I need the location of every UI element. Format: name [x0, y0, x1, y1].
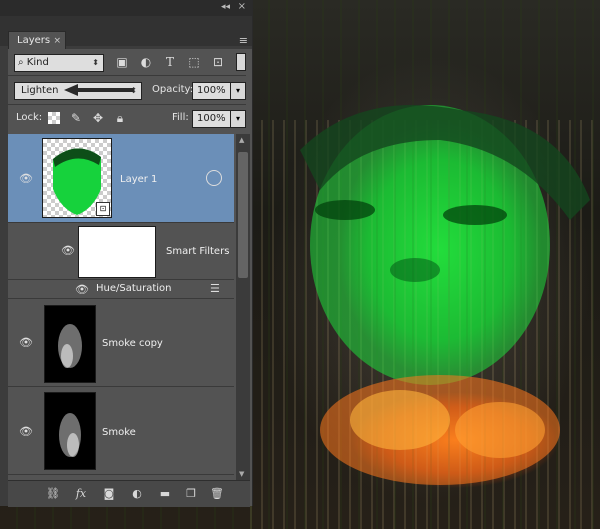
- visibility-eye-icon[interactable]: 👁︎: [18, 172, 34, 185]
- opacity-dropdown-icon[interactable]: ▾: [230, 82, 246, 100]
- panel-menu-icon[interactable]: ≡: [239, 34, 248, 47]
- new-layer-icon[interactable]: ❐: [182, 487, 200, 500]
- layers-panel: ◂◂ × Layers × ≡ ⌕ Kind ⬍ ▣ ◐ T ⬚ ⊡ Light…: [0, 0, 253, 507]
- lock-label: Lock:: [16, 112, 43, 123]
- opacity-label: Opacity:: [152, 84, 194, 95]
- smart-filters-label: Smart Filters: [166, 246, 230, 257]
- layers-scrollbar[interactable]: ▲ ▼: [236, 134, 250, 480]
- type-filter-icon[interactable]: T: [162, 55, 178, 69]
- divider: [8, 75, 246, 76]
- new-adjustment-layer-icon[interactable]: ◐: [128, 487, 146, 500]
- link-layers-icon[interactable]: ⛓︎: [44, 487, 62, 500]
- filter-name: Hue/Saturation: [96, 283, 172, 294]
- filter-kind-label: Kind: [26, 57, 49, 68]
- layer-row-smart-filters[interactable]: 👁︎ Smart Filters: [8, 223, 234, 280]
- shape-filter-icon[interactable]: ⬚: [186, 55, 202, 69]
- layer-name: Smoke: [102, 427, 136, 438]
- lock-position-move-icon[interactable]: ✥: [90, 111, 106, 125]
- fill-field[interactable]: 100%: [192, 110, 232, 128]
- filter-blending-options-icon[interactable]: ☰: [210, 282, 220, 295]
- layers-bottom-toolbar: ⛓︎ fx ◙ ◐ ▬ ❐ 🗑︎: [8, 480, 250, 507]
- lock-image-brush-icon[interactable]: ✎: [68, 111, 84, 125]
- lock-transparent-icon[interactable]: [48, 112, 60, 124]
- close-panel-icon[interactable]: ×: [238, 1, 246, 12]
- filter-row-hue-saturation[interactable]: 👁︎ Hue/Saturation ☰: [8, 280, 234, 299]
- tab-close-icon[interactable]: ×: [53, 32, 61, 50]
- opacity-field[interactable]: 100%: [192, 82, 232, 100]
- smart-filter-options-icon[interactable]: [206, 170, 222, 186]
- filter-kind-select[interactable]: ⌕ Kind ⬍: [14, 54, 104, 72]
- divider: [8, 104, 246, 105]
- smart-object-badge-icon: ⊡: [96, 202, 110, 216]
- smoke-thumbnail: [44, 392, 96, 470]
- layer-row-smoke[interactable]: 👁︎ Smoke: [8, 387, 234, 475]
- scrollbar-thumb[interactable]: [238, 152, 248, 278]
- layer-name: Smoke copy: [102, 338, 163, 349]
- smart-object-filter-icon[interactable]: ⊡: [210, 55, 226, 69]
- fill-value: 100%: [197, 113, 226, 124]
- adjustment-filter-icon[interactable]: ◐: [138, 55, 154, 69]
- tab-layers-label: Layers: [17, 35, 51, 46]
- layer-style-fx-icon[interactable]: fx: [72, 487, 90, 500]
- layer-row-smoke-copy[interactable]: 👁︎ Smoke copy: [8, 299, 234, 387]
- fill-dropdown-icon[interactable]: ▾: [230, 110, 246, 128]
- visibility-eye-icon[interactable]: 👁︎: [18, 425, 34, 438]
- lock-all-icon[interactable]: 🔒︎: [112, 111, 128, 125]
- opacity-value: 100%: [197, 85, 226, 96]
- fill-label: Fill:: [172, 112, 189, 123]
- layer-row-layer1[interactable]: 👁︎ ⊡ Layer 1: [8, 134, 234, 223]
- new-group-folder-icon[interactable]: ▬: [156, 487, 174, 500]
- layers-list: 👁︎ ⊡ Layer 1 👁︎ Smart Filters 👁︎ Hue/Sat…: [8, 134, 234, 480]
- scroll-up-icon[interactable]: ▲: [239, 136, 244, 144]
- image-filter-icon[interactable]: ▣: [114, 55, 130, 69]
- panel-title-bar[interactable]: ◂◂ ×: [0, 0, 252, 16]
- collapse-icon[interactable]: ◂◂: [221, 2, 230, 12]
- tab-layers[interactable]: Layers ×: [8, 31, 66, 50]
- layer-thumbnail: ⊡: [42, 138, 112, 218]
- filter-toggle[interactable]: [236, 53, 246, 71]
- add-mask-icon[interactable]: ◙: [100, 487, 118, 500]
- visibility-eye-icon[interactable]: 👁︎: [60, 244, 76, 257]
- delete-layer-trash-icon[interactable]: 🗑︎: [208, 487, 226, 500]
- visibility-eye-icon[interactable]: 👁︎: [74, 283, 90, 296]
- search-icon: ⌕: [18, 57, 24, 68]
- visibility-eye-icon[interactable]: 👁︎: [18, 336, 34, 349]
- smoke-thumbnail: [44, 305, 96, 383]
- scroll-down-icon[interactable]: ▼: [239, 470, 244, 478]
- filter-mask-thumbnail: [78, 226, 156, 278]
- stepper-icon: ⬍: [92, 58, 99, 67]
- blend-mode-value: Lighten: [21, 85, 59, 96]
- layer-name: Layer 1: [120, 174, 158, 185]
- arrow-annotation: [64, 84, 134, 96]
